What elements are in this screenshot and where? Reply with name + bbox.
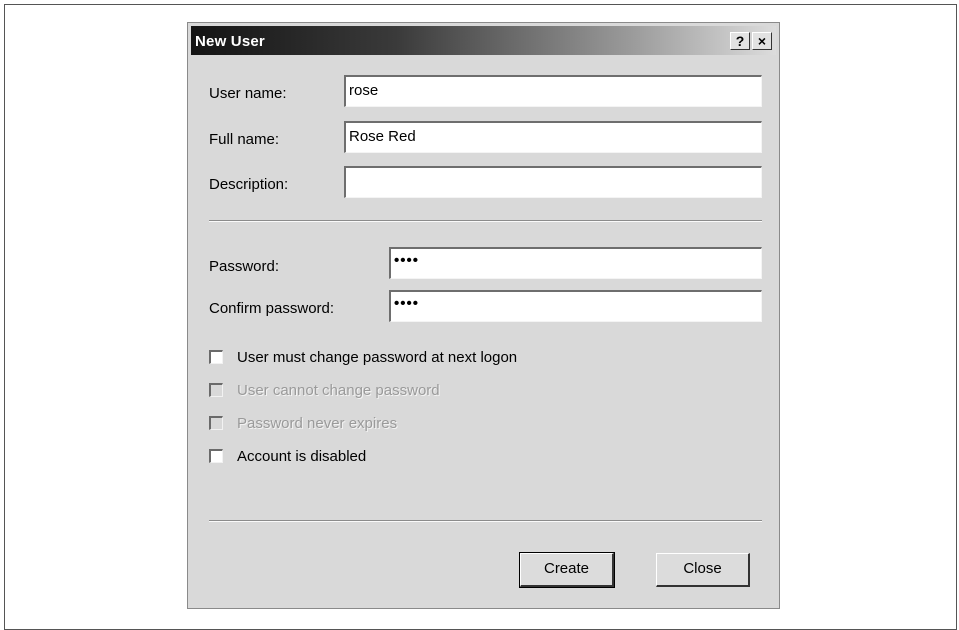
- user-name-label: User name:: [209, 85, 287, 102]
- password-never-expires-checkbox: [209, 416, 223, 430]
- full-name-label: Full name:: [209, 131, 280, 148]
- confirm-password-input[interactable]: ••••: [389, 290, 762, 322]
- password-never-expires-label: Password never expires: [237, 415, 398, 432]
- new-user-dialog: New User ? × User name: rose Full name: …: [187, 22, 780, 609]
- password-label: Password:: [209, 258, 280, 275]
- full-name-input[interactable]: Rose Red: [344, 121, 762, 153]
- separator-top: [209, 220, 762, 222]
- description-input[interactable]: [344, 166, 762, 198]
- close-icon[interactable]: ×: [752, 32, 772, 50]
- confirm-password-label: Confirm password:: [209, 300, 335, 317]
- user-name-input[interactable]: rose: [344, 75, 762, 107]
- account-disabled-label: Account is disabled: [237, 448, 367, 465]
- dialog-title: New User: [195, 33, 265, 50]
- cannot-change-password-label: User cannot change password: [237, 382, 440, 399]
- help-button[interactable]: ?: [730, 32, 750, 50]
- description-label: Description:: [209, 176, 289, 193]
- create-button[interactable]: Create: [519, 552, 615, 588]
- must-change-password-label: User must change password at next logon: [237, 349, 518, 366]
- must-change-password-checkbox[interactable]: [209, 350, 223, 364]
- separator-bottom: [209, 520, 762, 522]
- account-disabled-checkbox[interactable]: [209, 449, 223, 463]
- cannot-change-password-checkbox: [209, 383, 223, 397]
- dialog-titlebar[interactable]: New User ? ×: [191, 26, 776, 55]
- password-input[interactable]: ••••: [389, 247, 762, 279]
- close-button[interactable]: Close: [656, 553, 750, 587]
